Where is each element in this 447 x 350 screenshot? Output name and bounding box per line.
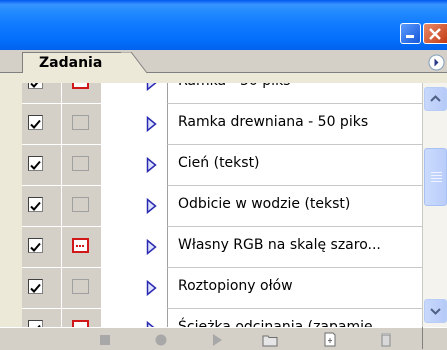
action-row[interactable]: Odbicie w wodzie (tekst) <box>22 186 422 227</box>
window-title-bar <box>0 0 447 50</box>
tab-edge <box>121 52 148 74</box>
toggle-checkbox[interactable] <box>28 279 43 294</box>
action-row[interactable]: Roztopiony ołów <box>22 268 422 309</box>
chevron-down-icon <box>430 308 441 315</box>
vertical-scrollbar[interactable] <box>422 83 447 327</box>
dialog-cell <box>62 145 102 186</box>
checkmark-icon <box>30 242 41 252</box>
action-label: Cień (tekst) <box>178 155 260 171</box>
tab-zadania[interactable]: Zadania <box>22 52 122 73</box>
actions-toolbar <box>0 327 447 350</box>
toggle-cell <box>22 186 62 227</box>
toggle-cell <box>22 309 62 327</box>
toggle-cell <box>22 83 62 104</box>
minimize-icon[interactable] <box>400 23 421 44</box>
checkmark-icon <box>30 201 41 211</box>
stop-icon[interactable] <box>97 332 113 347</box>
toggle-cell <box>22 104 62 145</box>
action-label: Ramka - 50 piks <box>178 83 290 89</box>
toggle-checkbox[interactable] <box>28 115 43 130</box>
action-label-cell[interactable]: Ramka drewniana - 50 piks <box>167 104 422 145</box>
toggle-checkbox[interactable] <box>28 238 43 253</box>
dialog-toggle-icon[interactable] <box>72 320 89 327</box>
action-label-cell[interactable]: Ścieżka odcinania (zapamię <box>167 309 422 327</box>
toggle-checkbox[interactable] <box>28 197 43 212</box>
checkmark-icon <box>30 160 41 170</box>
action-label: Ramka drewniana - 50 piks <box>178 114 369 130</box>
checkmark-icon <box>30 119 41 129</box>
dialog-cell <box>62 268 102 309</box>
scroll-down-button[interactable] <box>424 299 447 323</box>
actions-list: Ramka - 50 piks Ramka drewniana - 50 piks… <box>22 83 422 327</box>
action-label: Roztopiony ołów <box>178 278 293 294</box>
trash-icon[interactable] <box>378 332 394 347</box>
toolbar-separator <box>422 327 423 349</box>
action-row[interactable]: Ramka - 50 piks <box>22 83 422 104</box>
chevron-up-icon <box>430 95 441 102</box>
dialog-cell <box>62 227 102 268</box>
folder-icon[interactable] <box>262 332 278 347</box>
checkmark-icon <box>30 283 41 293</box>
dialog-toggle-icon[interactable] <box>72 156 89 171</box>
dialog-toggle-icon[interactable] <box>72 115 89 130</box>
action-label-cell[interactable]: Ramka - 50 piks <box>167 83 422 104</box>
action-row[interactable]: Własny RGB na skalę szaro... <box>22 227 422 268</box>
toggle-checkbox[interactable] <box>28 156 43 171</box>
dialog-cell <box>62 309 102 327</box>
play-triangle-icon[interactable] <box>146 198 157 214</box>
play-selection-icon[interactable] <box>209 332 225 347</box>
dialog-cell <box>62 83 102 104</box>
play-triangle-icon[interactable] <box>146 280 157 296</box>
tab-label: Zadania <box>39 55 103 71</box>
new-action-icon[interactable] <box>322 332 338 347</box>
toggle-cell <box>22 227 62 268</box>
toggle-checkbox[interactable] <box>28 320 43 327</box>
play-triangle-icon[interactable] <box>146 157 157 173</box>
dialog-cell <box>62 104 102 145</box>
toggle-checkbox[interactable] <box>28 83 43 89</box>
scroll-up-button[interactable] <box>424 87 447 111</box>
action-label: Odbicie w wodzie (tekst) <box>178 196 351 212</box>
close-icon[interactable] <box>423 23 447 44</box>
dialog-toggle-icon[interactable] <box>72 197 89 212</box>
dialog-toggle-icon[interactable] <box>72 238 89 253</box>
action-label-cell[interactable]: Odbicie w wodzie (tekst) <box>167 186 422 227</box>
action-label: Ścieżka odcinania (zapamię <box>178 319 373 327</box>
action-label: Własny RGB na skalę szaro... <box>178 237 381 253</box>
play-triangle-icon[interactable] <box>146 239 157 255</box>
play-triangle-icon[interactable] <box>146 83 157 91</box>
action-label-cell[interactable]: Cień (tekst) <box>167 145 422 186</box>
dialog-toggle-icon[interactable] <box>72 279 89 294</box>
toggle-cell <box>22 268 62 309</box>
dialog-toggle-icon[interactable] <box>72 83 89 89</box>
action-label-cell[interactable]: Własny RGB na skalę szaro... <box>167 227 422 268</box>
toggle-cell <box>22 145 62 186</box>
dialog-cell <box>62 186 102 227</box>
play-triangle-icon[interactable] <box>146 116 157 132</box>
scroll-thumb[interactable] <box>424 148 447 206</box>
action-row[interactable]: Cień (tekst) <box>22 145 422 186</box>
action-label-cell[interactable]: Roztopiony ołów <box>167 268 422 309</box>
action-row[interactable]: Ścieżka odcinania (zapamię <box>22 309 422 327</box>
action-row[interactable]: Ramka drewniana - 50 piks <box>22 104 422 145</box>
record-icon[interactable] <box>153 332 169 347</box>
checkmark-icon <box>30 83 39 88</box>
panel-menu-arrow-icon[interactable] <box>428 54 445 71</box>
